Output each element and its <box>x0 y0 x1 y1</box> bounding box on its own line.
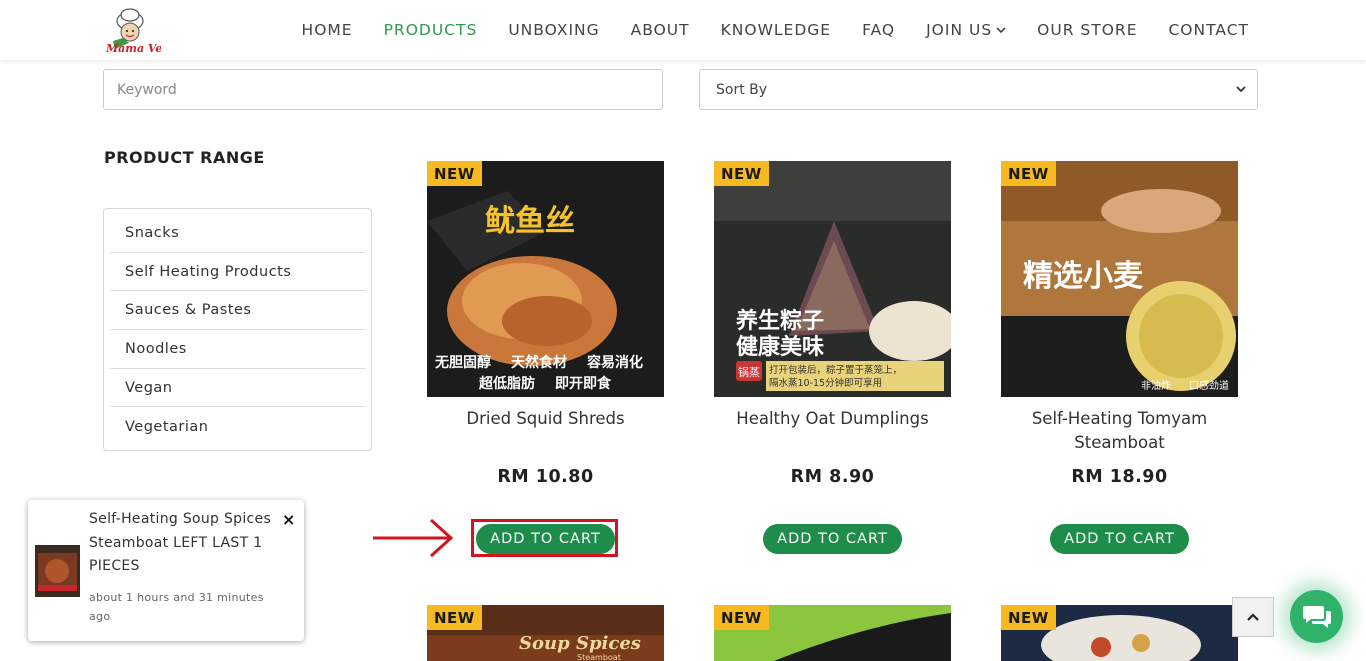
svg-text:隔水蒸10-15分钟即可享用: 隔水蒸10-15分钟即可享用 <box>769 377 882 389</box>
product-name[interactable]: Dried Squid Shreds <box>417 407 674 431</box>
product-image[interactable]: 养生粽子 健康美味 锅蒸 打开包装后，粽子置于蒸笼上， 隔水蒸10-15分钟即可… <box>714 161 951 397</box>
svg-text:鱿鱼丝: 鱿鱼丝 <box>485 204 575 239</box>
add-to-cart-button[interactable]: ADD TO CART <box>763 524 902 554</box>
new-badge: NEW <box>714 605 769 630</box>
nav-join-us[interactable]: JOIN US <box>926 21 1006 39</box>
product-image[interactable]: NEW <box>714 605 951 661</box>
svg-text:非油炸: 非油炸 <box>1141 379 1171 392</box>
new-badge: NEW <box>427 605 482 630</box>
product-image[interactable]: NEW <box>1001 605 1238 661</box>
add-to-cart-highlight-box <box>471 519 618 557</box>
close-icon[interactable]: × <box>282 510 295 529</box>
svg-text:无胆固醇: 无胆固醇 <box>434 354 491 371</box>
notification-product-thumbnail <box>35 545 80 597</box>
recent-sale-notification[interactable]: Self-Heating Soup Spices Steamboat LEFT … <box>28 500 304 641</box>
product-price: RM 10.80 <box>497 467 594 487</box>
add-to-cart-button[interactable]: ADD TO CART <box>1050 524 1189 554</box>
product-image[interactable]: 鱿鱼丝 无胆固醇 天然食材 容易消化 超低脂肪 即开即食 NEW <box>427 161 664 397</box>
product-image[interactable]: 精选小麦 非油炸 口感劲道 NEW <box>1001 161 1238 397</box>
product-price: RM 18.90 <box>1071 467 1168 487</box>
svg-text:Mama Vege: Mama Vege <box>105 42 161 55</box>
new-badge: NEW <box>1001 605 1056 630</box>
svg-text:Steamboat: Steamboat <box>577 653 621 661</box>
svg-text:Soup Spices: Soup Spices <box>519 633 641 654</box>
main-nav: HOME PRODUCTS UNBOXING ABOUT KNOWLEDGE F… <box>271 0 1249 60</box>
product-range-list: Snacks Self Heating Products Sauces & Pa… <box>103 208 372 451</box>
product-name[interactable]: Self-Heating Tomyam Steamboat <box>991 407 1248 455</box>
chat-button[interactable] <box>1290 590 1343 643</box>
sort-by-value: Sort By <box>716 81 768 98</box>
notification-title: Self-Heating Soup Spices Steamboat LEFT … <box>89 511 272 574</box>
svg-text:打开包装后，粽子置于蒸笼上，: 打开包装后，粽子置于蒸笼上， <box>769 364 902 376</box>
notification-time: about 1 hours and 31 minutes ago <box>89 591 264 623</box>
nav-products[interactable]: PRODUCTS <box>384 21 478 39</box>
svg-text:容易消化: 容易消化 <box>586 354 643 371</box>
new-badge: NEW <box>427 161 482 186</box>
svg-text:健康美味: 健康美味 <box>736 334 824 360</box>
sort-by-select[interactable]: Sort By <box>699 69 1258 110</box>
nav-knowledge[interactable]: KNOWLEDGE <box>721 21 831 39</box>
product-image[interactable]: Soup Spices Steamboat NEW <box>427 605 664 661</box>
chevron-down-icon <box>1236 86 1246 93</box>
product-range-title: PRODUCT RANGE <box>104 148 265 167</box>
chevron-down-icon <box>996 27 1006 34</box>
svg-text:养生粽子: 养生粽子 <box>735 308 824 334</box>
svg-text:精选小麦: 精选小麦 <box>1023 259 1144 294</box>
range-item-self-heating[interactable]: Self Heating Products <box>110 253 365 292</box>
range-item-sauces-pastes[interactable]: Sauces & Pastes <box>110 291 365 331</box>
range-item-vegan[interactable]: Vegan <box>110 369 365 408</box>
range-item-vegetarian[interactable]: Vegetarian <box>110 407 365 446</box>
mama-vege-logo[interactable]: Mama Vege <box>103 5 161 55</box>
product-price: RM 8.90 <box>790 467 875 487</box>
svg-text:口感劲道: 口感劲道 <box>1189 379 1229 392</box>
site-header: Mama Vege HOME PRODUCTS UNBOXING ABOUT K… <box>0 0 1366 60</box>
chevron-up-icon <box>1247 613 1259 621</box>
product-name[interactable]: Healthy Oat Dumplings <box>704 407 961 431</box>
new-badge: NEW <box>714 161 769 186</box>
nav-our-store[interactable]: OUR STORE <box>1037 21 1137 39</box>
nav-about[interactable]: ABOUT <box>631 21 690 39</box>
svg-text:锅蒸: 锅蒸 <box>738 366 760 379</box>
nav-home[interactable]: HOME <box>302 21 353 39</box>
nav-unboxing[interactable]: UNBOXING <box>508 21 599 39</box>
chat-icon <box>1302 605 1331 628</box>
keyword-search-input[interactable] <box>103 69 663 110</box>
new-badge: NEW <box>1001 161 1056 186</box>
scroll-to-top-button[interactable] <box>1232 597 1274 637</box>
svg-text:超低脂肪: 超低脂肪 <box>478 375 535 392</box>
range-item-snacks[interactable]: Snacks <box>110 214 365 253</box>
svg-text:天然食材: 天然食材 <box>511 354 567 371</box>
red-arrow-annotation <box>373 518 454 558</box>
nav-contact[interactable]: CONTACT <box>1168 21 1249 39</box>
range-item-noodles[interactable]: Noodles <box>110 330 365 369</box>
svg-text:即开即食: 即开即食 <box>555 375 612 392</box>
nav-faq[interactable]: FAQ <box>862 21 895 39</box>
